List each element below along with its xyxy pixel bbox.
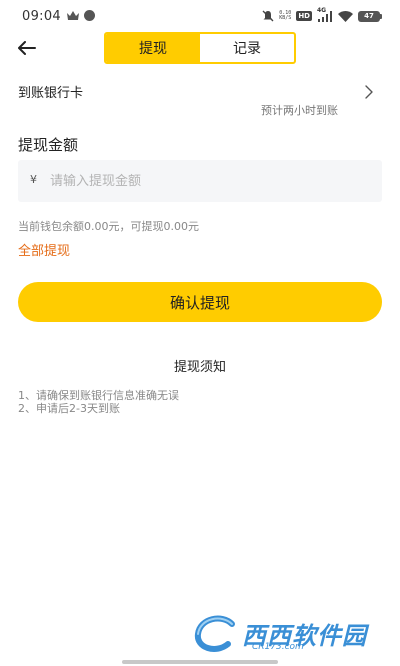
status-bar: 09:04 0.10 KB/S HD 4G 47 [0,0,400,32]
amount-input[interactable] [50,160,370,202]
net-speed-unit: KB/S [279,15,292,21]
notice-title: 提现须知 [173,360,226,375]
balance-text: 当前钱包余额0.00元，可提现0.00元 [18,220,199,233]
back-button[interactable] [14,36,40,60]
battery-icon: 47 [358,10,382,22]
arrival-time-hint: 预计两小时到账 [261,104,338,117]
watermark-swirl-icon [194,615,235,652]
amount-title: 提现金额 [18,136,79,154]
notice-list: 1、请确保到账银行信息准确无误 2、申请后2-3天到账 [18,389,179,415]
notice-item: 1、请确保到账银行信息准确无误 [18,389,179,402]
home-indicator[interactable] [122,660,278,664]
amount-field: ¥ [18,160,382,202]
tab-records[interactable]: 记录 [200,34,294,62]
chevron-right-icon [365,85,373,99]
crown-icon [67,11,79,20]
tab-group: 提现 记录 [104,32,296,64]
net-speed: 0.10 KB/S [279,11,291,21]
bank-card-row[interactable]: 到账银行卡 预计两小时到账 [0,78,400,120]
status-right-group: 0.10 KB/S HD 4G 47 [262,7,382,23]
wifi-icon [338,10,353,22]
hd-badge: HD [296,11,312,21]
confirm-withdraw-button[interactable]: 确认提现 [18,282,382,322]
arrow-left-icon [18,41,36,55]
signal-icon: 4G [317,7,333,22]
notice-item: 2、申请后2-3天到账 [18,402,120,415]
battery-level: 47 [358,10,380,22]
withdraw-all-link[interactable]: 全部提现 [18,240,70,259]
app-notification-icon [84,10,95,21]
watermark-logo: 西西软件园 CR173.com [192,614,392,654]
currency-symbol: ¥ [30,173,37,186]
mute-icon [262,10,274,22]
bank-card-label: 到账银行卡 [18,86,84,101]
tab-withdraw[interactable]: 提现 [106,34,200,62]
watermark-url: CR173.com [252,642,304,652]
status-time: 09:04 [22,9,61,24]
